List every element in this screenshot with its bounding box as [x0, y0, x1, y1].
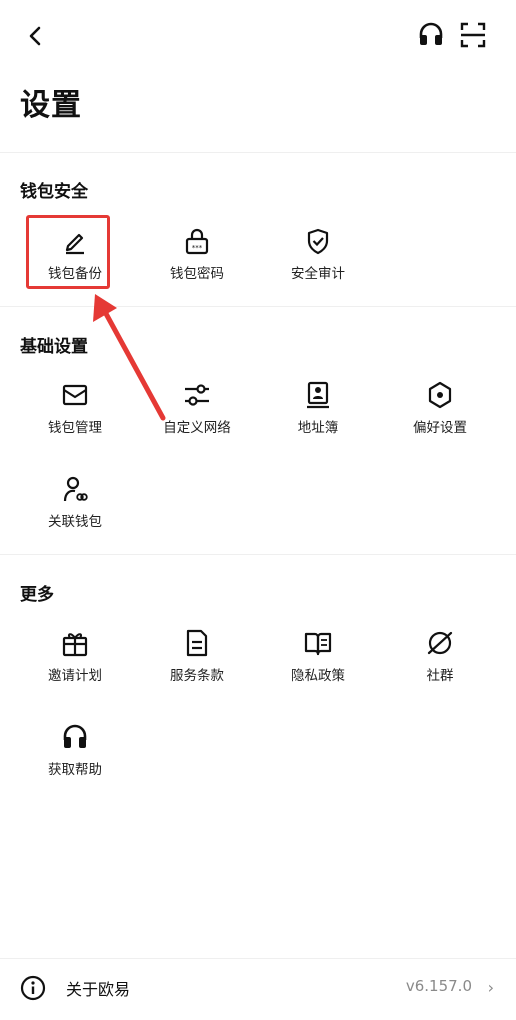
menu-item-label: 钱包备份 — [48, 266, 102, 282]
menu-item-terms-of-service[interactable]: 服务条款 — [136, 622, 258, 696]
sliders-icon — [185, 384, 209, 406]
headset-icon — [63, 724, 87, 748]
scan-button[interactable] — [459, 21, 487, 49]
open-book-icon — [304, 632, 332, 656]
lock-password-icon: *** — [185, 228, 209, 255]
support-button[interactable] — [417, 21, 445, 49]
headset-icon — [419, 22, 443, 45]
menu-item-invite-program[interactable]: 邀请计划 — [14, 622, 136, 696]
version-text: v6.157.0 — [405, 977, 472, 995]
menu-item-label: 邀请计划 — [48, 668, 102, 684]
back-button[interactable] — [22, 22, 50, 50]
pencil-icon — [65, 233, 84, 255]
gift-icon — [62, 633, 88, 657]
menu-item-label: 地址簿 — [297, 420, 339, 436]
section-title-more: 更多 — [20, 585, 54, 605]
document-icon — [186, 629, 208, 657]
menu-item-preferences[interactable]: 偏好设置 — [379, 374, 501, 448]
menu-item-label: 社群 — [426, 668, 454, 684]
menu-item-label: 偏好设置 — [413, 420, 467, 436]
menu-item-label: 安全审计 — [291, 266, 345, 282]
chevron-right-icon: › — [487, 978, 494, 997]
menu-item-label: 钱包管理 — [48, 420, 102, 436]
contact-book-icon — [307, 381, 329, 409]
menu-item-wallet-backup[interactable]: 钱包备份 — [14, 220, 136, 294]
chevron-left-icon — [29, 26, 41, 46]
top-bar — [0, 0, 516, 70]
svg-text:***: *** — [192, 244, 203, 252]
menu-item-get-help[interactable]: 获取帮助 — [14, 716, 136, 790]
menu-item-privacy-policy[interactable]: 隐私政策 — [257, 622, 379, 696]
menu-item-community[interactable]: 社群 — [379, 622, 501, 696]
menu-item-security-audit[interactable]: 安全审计 — [257, 220, 379, 294]
about-row[interactable]: 关于欧易 v6.157.0 › — [0, 958, 516, 1018]
menu-item-wallet-management[interactable]: 钱包管理 — [14, 374, 136, 448]
wallet-icon — [62, 384, 88, 406]
menu-item-label: 关联钱包 — [48, 514, 102, 530]
planet-icon — [427, 631, 453, 655]
about-label: 关于欧易 — [66, 980, 131, 999]
menu-item-address-book[interactable]: 地址簿 — [257, 374, 379, 448]
menu-item-label: 获取帮助 — [48, 762, 102, 778]
divider — [0, 554, 516, 555]
menu-item-label: 自定义网络 — [163, 420, 231, 436]
scan-icon — [460, 22, 486, 48]
divider — [0, 306, 516, 307]
menu-item-linked-wallet[interactable]: 关联钱包 — [14, 468, 136, 542]
menu-item-label: 钱包密码 — [170, 266, 224, 282]
section-title-wallet-security: 钱包安全 — [20, 182, 88, 202]
menu-item-custom-network[interactable]: 自定义网络 — [136, 374, 258, 448]
menu-item-label: 服务条款 — [170, 668, 224, 684]
menu-item-wallet-password[interactable]: *** 钱包密码 — [136, 220, 258, 294]
linked-user-icon — [63, 476, 88, 502]
divider — [0, 152, 516, 153]
info-icon — [20, 975, 46, 1001]
section-title-basic-settings: 基础设置 — [20, 337, 88, 357]
hexagon-settings-icon — [428, 381, 452, 409]
page-title: 设置 — [20, 88, 82, 123]
menu-item-label: 隐私政策 — [291, 668, 345, 684]
shield-check-icon — [307, 228, 329, 255]
